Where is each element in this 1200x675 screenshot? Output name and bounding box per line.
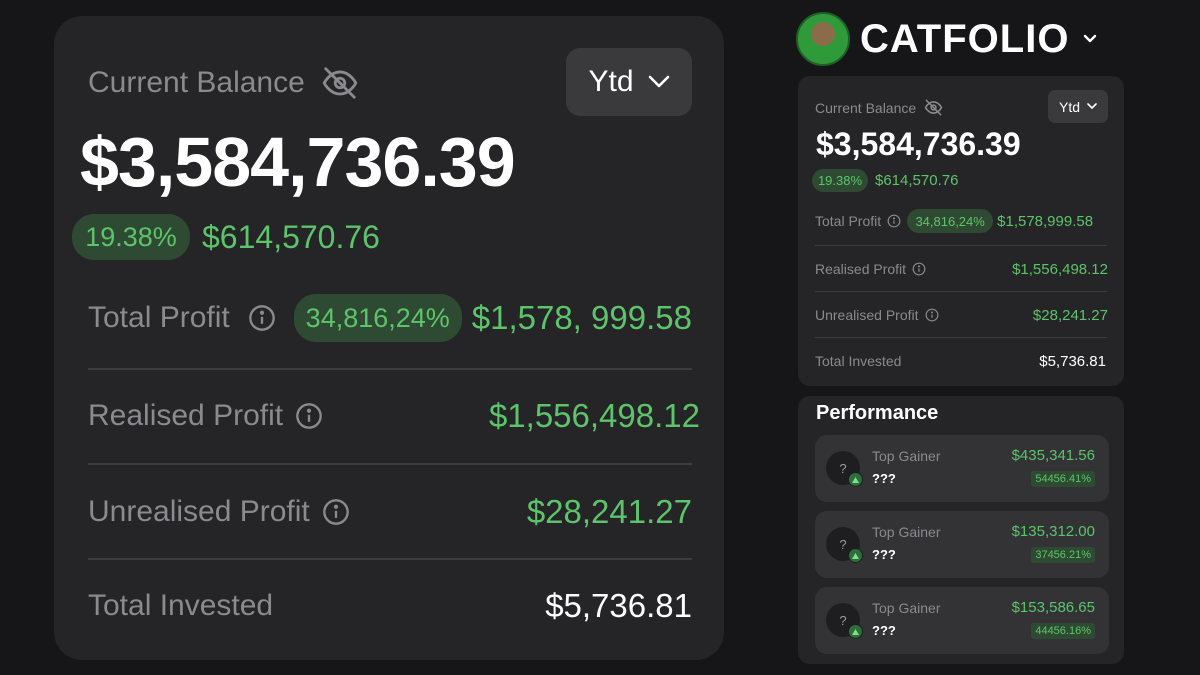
total-profit-value: $1,578,999.58 [997,212,1094,230]
current-balance-label: Current Balance [88,66,305,99]
divider [88,368,692,370]
top-gainer-item[interactable]: ? Top Gainer ??? $435,341.56 54456.41% [815,435,1109,502]
current-balance-label: Current Balance [815,99,917,116]
divider [815,245,1107,246]
info-icon[interactable] [887,214,901,228]
gainer-amount: $153,586.65 [1011,599,1095,616]
unrealised-profit-label: Unrealised Profit [88,495,310,528]
account-switcher[interactable]: CATFOLIO [796,12,1097,66]
realised-profit-label: Realised Profit [88,399,284,432]
gainer-percent-badge: 44456.16% [1031,623,1095,639]
change-amount: $614,570.76 [202,218,380,255]
balance-card-small: Current Balance Ytd $3,584,736.39 19.38%… [798,76,1124,386]
info-icon[interactable] [912,262,926,276]
unrealised-profit-label: Unrealised Profit [815,307,919,323]
gainer-label: Top Gainer [872,524,941,540]
total-profit-percent-badge: 34,816,24% [293,294,462,342]
performance-card: Performance ? Top Gainer ??? $435,341.56… [798,396,1124,664]
gainer-label: Top Gainer [872,600,941,616]
total-profit-row: Total Profit 34,816,24% $1,578, 999.58 [88,288,700,348]
balance-label-row: Current Balance [88,64,359,102]
gainer-name: ??? [872,547,896,562]
realised-profit-value: $1,556,498.12 [1012,260,1108,278]
gainer-label: Top Gainer [872,448,941,464]
unrealised-profit-row: Unrealised Profit $28,241.27 [815,302,1108,328]
balance-value: $3,584,736.39 [816,126,1021,162]
arrow-up-icon [848,624,863,639]
portfolio-name: CATFOLIO [860,16,1070,61]
total-invested-value: $5,736.81 [1039,352,1106,370]
balance-label-row: Current Balance [815,98,943,117]
gainer-name: ??? [872,623,896,638]
total-profit-row: Total Profit 34,816,24% $1,578,999.58 [815,208,1108,234]
chevron-down-icon [1087,103,1097,109]
change-amount: $614,570.76 [875,172,959,189]
realised-profit-label: Realised Profit [815,261,907,277]
period-label: Ytd [1058,98,1080,115]
chevron-down-icon [1084,34,1097,43]
gainer-name: ??? [872,471,896,486]
balance-change-row: 19.38% $614,570.76 [812,169,958,192]
arrow-up-icon [848,548,863,563]
unrealised-profit-value: $28,241.27 [526,493,692,530]
period-dropdown[interactable]: Ytd [566,48,692,116]
change-percent-badge: 19.38% [72,214,190,260]
eye-off-icon[interactable] [321,64,359,102]
info-icon[interactable] [248,304,276,332]
period-dropdown[interactable]: Ytd [1048,90,1108,123]
chevron-down-icon [648,75,669,88]
info-icon[interactable] [925,308,939,322]
balance-value: $3,584,736.39 [80,123,516,201]
total-profit-value: $1,578, 999.58 [471,299,692,336]
eye-off-icon[interactable] [924,98,943,117]
realised-profit-row: Realised Profit $1,556,498.12 [88,386,700,446]
realised-profit-value: $1,556,498.12 [488,397,700,434]
total-profit-label: Total Profit [88,301,230,334]
info-icon[interactable] [322,498,350,526]
info-icon[interactable] [295,402,323,430]
divider [815,337,1107,338]
total-invested-label: Total Invested [88,589,274,622]
gainer-percent-badge: 54456.41% [1031,471,1095,487]
change-percent-badge: 19.38% [812,169,868,192]
unrealised-profit-value: $28,241.27 [1032,306,1108,324]
top-gainer-item[interactable]: ? Top Gainer ??? $135,312.00 37456.21% [815,511,1109,578]
total-invested-row: Total Invested $5,736.81 [88,576,692,636]
unrealised-profit-row: Unrealised Profit $28,241.27 [88,482,692,542]
total-invested-row: Total Invested $5,736.81 [815,348,1106,374]
gainer-percent-badge: 37456.21% [1031,547,1095,563]
period-label: Ytd [588,65,634,98]
balance-change-row: 19.38% $614,570.76 [72,214,380,260]
gainer-amount: $435,341.56 [1011,447,1095,464]
divider [88,463,692,465]
top-gainer-item[interactable]: ? Top Gainer ??? $153,586.65 44456.16% [815,587,1109,654]
total-invested-value: $5,736.81 [545,587,692,624]
total-profit-label: Total Profit [815,213,882,229]
divider [88,558,692,560]
cat-avatar [796,12,850,66]
divider [815,291,1107,292]
arrow-up-icon [848,472,863,487]
balance-card-large: Current Balance Ytd $3,584,736.39 19.38%… [54,16,724,660]
gainer-amount: $135,312.00 [1011,523,1095,540]
realised-profit-row: Realised Profit $1,556,498.12 [815,256,1108,282]
total-invested-label: Total Invested [815,353,902,369]
total-profit-percent-badge: 34,816,24% [907,209,994,233]
performance-title: Performance [816,402,939,424]
